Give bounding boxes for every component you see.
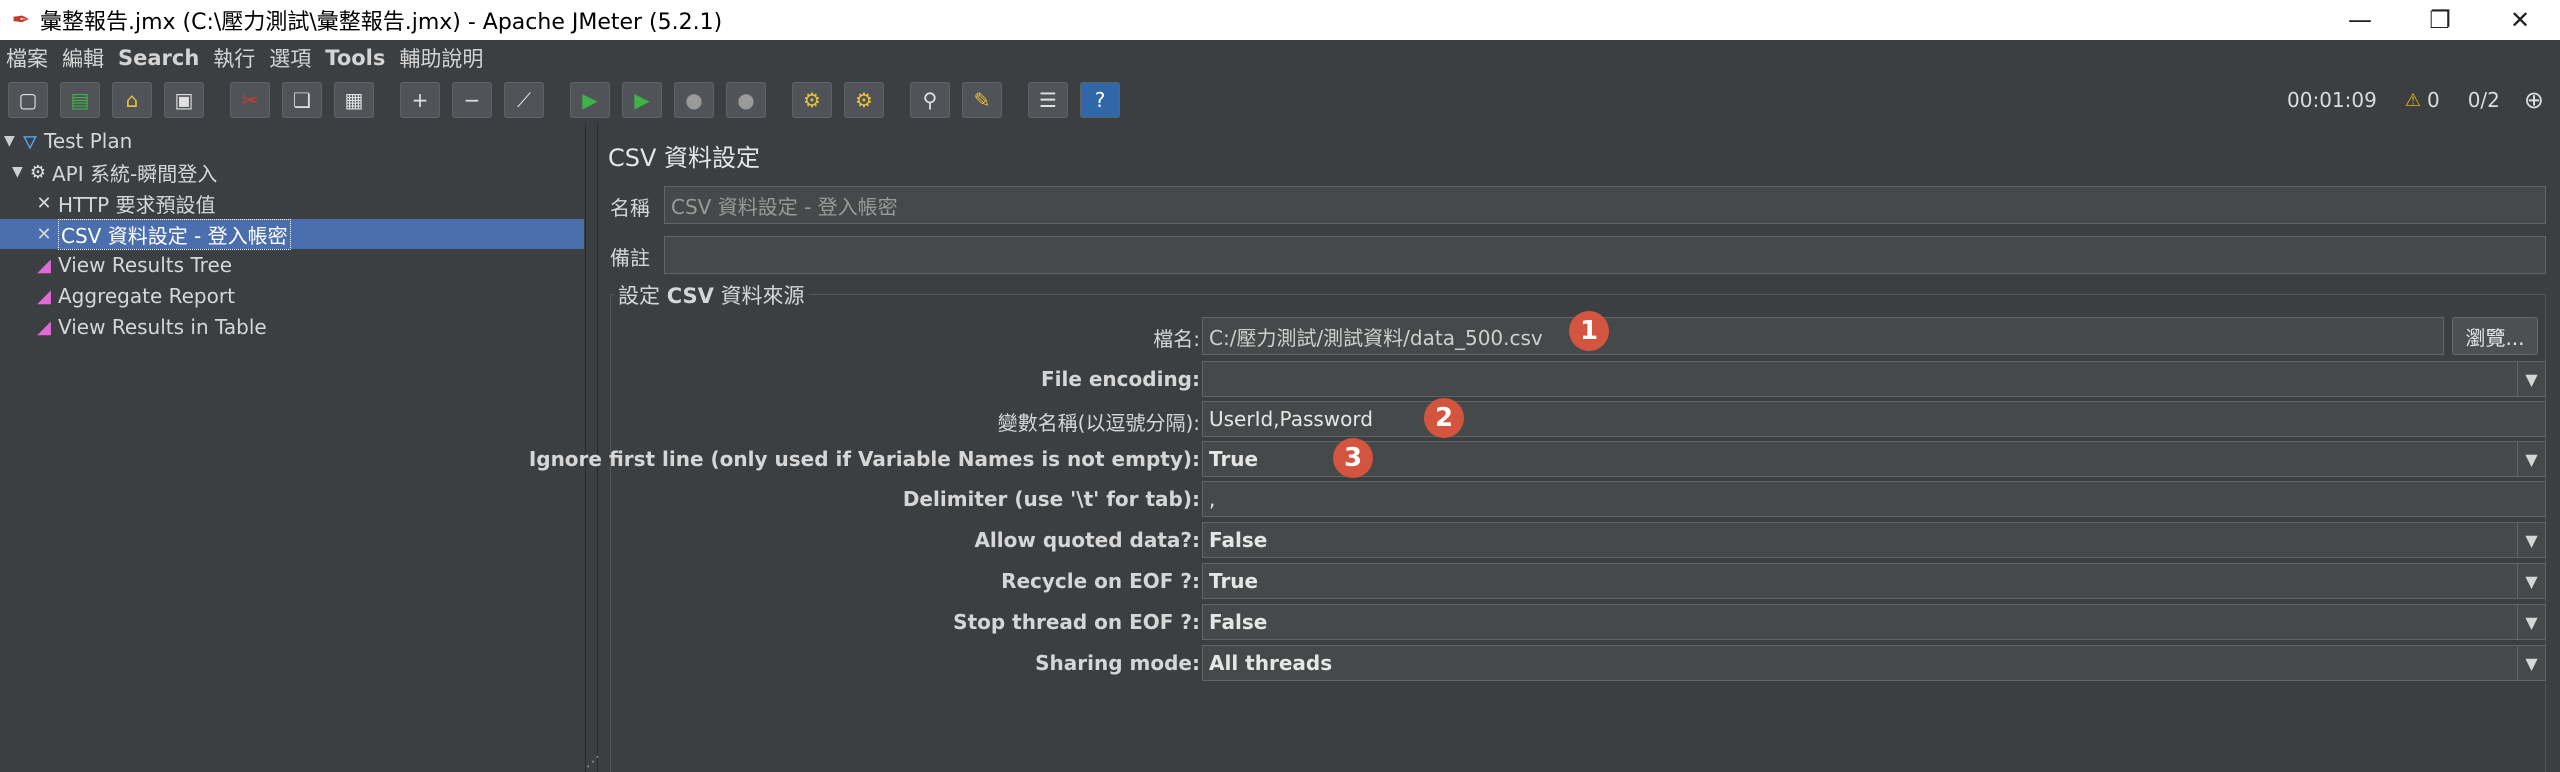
tree-item-aggregate-report[interactable]: ◢ Aggregate Report [32,281,235,311]
dropdown-arrow-icon[interactable]: ▼ [2517,362,2545,396]
group-title: 設定 CSV 資料來源 [614,280,809,310]
comment-input[interactable] [664,236,2546,274]
allow-quoted-select[interactable]: False ▼ [1202,522,2546,558]
stop-thread-eof-select[interactable]: False ▼ [1202,604,2546,640]
function-helper-icon[interactable]: ☰ [1028,82,1068,118]
restore-button[interactable]: ❐ [2400,0,2480,40]
toolbar: ▢ ▤ ⌂ ▣ ✂ ❏ ▦ + − ⟋ ▶ ▶ ● ● ⚙ ⚙ ⚲ ✎ ☰ ? … [0,78,2560,122]
graph-icon: ◢ [37,285,51,307]
tree-item-thread-group[interactable]: ▼ ⚙ API 系統-瞬間登入 [12,157,217,187]
window-controls: — ❐ ✕ [2320,0,2560,40]
delimiter-input[interactable]: , [1202,481,2546,517]
status-area: 00:01:09 ⚠ 0 0/2 ⊕ [2287,78,2544,122]
recycle-eof-select[interactable]: True ▼ [1202,563,2546,599]
remote-globe-icon[interactable]: ⊕ [2524,86,2544,114]
variable-names-input[interactable]: UserId,Password [1202,401,2546,437]
annotation-badge-2: 2 [1424,398,1464,438]
ignore-first-line-label: Ignore first line (only used if Variable… [528,447,1200,471]
menu-search[interactable]: Search [118,46,199,70]
tool-icon: ✕ [36,223,52,245]
graph-icon: ◢ [37,316,51,338]
close-button[interactable]: ✕ [2480,0,2560,40]
collapse-icon[interactable]: − [452,82,492,118]
flask-icon: 🜄 [22,132,38,154]
name-label: 名稱 [610,196,650,220]
save-icon[interactable]: ▣ [164,82,204,118]
stop-thread-eof-label: Stop thread on EOF ?: [953,610,1200,634]
minimize-button[interactable]: — [2320,0,2400,40]
expanded-arrow-icon[interactable]: ▼ [4,133,18,149]
name-input[interactable]: CSV 資料設定 - 登入帳密 [664,186,2546,224]
new-icon[interactable]: ▢ [8,82,48,118]
clear-icon[interactable]: ⚙ [792,82,832,118]
test-plan-tree: ▼ 🜄 Test Plan ▼ ⚙ API 系統-瞬間登入 ✕ HTTP 要求預… [0,124,586,772]
recycle-eof-label: Recycle on EOF ?: [1001,569,1200,593]
graph-icon: ◢ [37,254,51,276]
panel-title: CSV 資料設定 [608,144,761,172]
start-no-pauses-icon[interactable]: ▶ [622,82,662,118]
warning-icon[interactable]: ⚠ [2405,90,2421,111]
search-icon[interactable]: ⚲ [910,82,950,118]
menu-bar: 檔案 編輯 Search 執行 選項 Tools 輔助說明 [0,40,2560,76]
clear-all-icon[interactable]: ⚙ [844,82,884,118]
menu-tools[interactable]: Tools [325,46,385,70]
reset-search-icon[interactable]: ✎ [962,82,1002,118]
dropdown-arrow-icon[interactable]: ▼ [2517,605,2545,639]
menu-run[interactable]: 執行 [213,43,255,73]
toggle-icon[interactable]: ⟋ [504,82,544,118]
dropdown-arrow-icon[interactable]: ▼ [2517,564,2545,598]
annotation-badge-3: 3 [1333,438,1373,478]
help-icon[interactable]: ? [1080,82,1120,118]
gear-icon: ⚙ [29,161,47,183]
filename-label: 檔名: [1153,327,1200,351]
start-icon[interactable]: ▶ [570,82,610,118]
expand-icon[interactable]: + [400,82,440,118]
tree-item-csv-data-set[interactable]: ✕ CSV 資料設定 - 登入帳密 [0,218,584,250]
ignore-first-line-select[interactable]: True ▼ [1202,441,2546,477]
sharing-mode-select[interactable]: All threads ▼ [1202,645,2546,681]
tree-item-view-results-table[interactable]: ◢ View Results in Table [32,312,267,342]
variable-names-label: 變數名稱(以逗號分隔): [997,411,1200,435]
delimiter-label: Delimiter (use '\t' for tab): [902,487,1200,511]
menu-help[interactable]: 輔助說明 [399,43,483,73]
copy-icon[interactable]: ❏ [282,82,322,118]
dropdown-arrow-icon[interactable]: ▼ [2517,523,2545,557]
cut-icon[interactable]: ✂ [230,82,270,118]
window-title: 彙整報告.jmx (C:\壓力測試\彙整報告.jmx) - Apache JMe… [40,10,723,35]
tree-item-http-defaults[interactable]: ✕ HTTP 要求預設值 [32,188,215,218]
allow-quoted-label: Allow quoted data?: [974,528,1200,552]
jmeter-feather-icon: ✒ [11,7,31,33]
open-icon[interactable]: ⌂ [112,82,152,118]
stop-icon[interactable]: ● [674,82,714,118]
annotation-badge-1: 1 [1569,311,1609,351]
paste-icon[interactable]: ▦ [334,82,374,118]
tree-item-test-plan[interactable]: ▼ 🜄 Test Plan [4,126,132,156]
sharing-mode-label: Sharing mode: [1035,651,1200,675]
menu-edit[interactable]: 編輯 [62,43,104,73]
file-encoding-select[interactable]: ▼ [1202,361,2546,397]
templates-icon[interactable]: ▤ [60,82,100,118]
tool-icon: ✕ [36,192,52,214]
menu-options[interactable]: 選項 [269,43,311,73]
dropdown-arrow-icon[interactable]: ▼ [2517,646,2545,680]
filename-input[interactable]: C:/壓力測試/測試資料/data_500.csv [1202,317,2444,355]
tree-item-view-results-tree[interactable]: ◢ View Results Tree [32,250,232,280]
browse-button[interactable]: 瀏覽... [2452,317,2538,355]
file-encoding-label: File encoding: [1040,367,1200,391]
elapsed-timer: 00:01:09 [2287,88,2377,112]
comment-label: 備註 [610,246,650,270]
dropdown-arrow-icon[interactable]: ▼ [2517,442,2545,476]
menu-file[interactable]: 檔案 [6,43,48,73]
warning-count: 0 [2426,88,2440,112]
active-threads: 0/2 [2467,88,2500,112]
expanded-arrow-icon[interactable]: ▼ [12,164,26,180]
shutdown-icon[interactable]: ● [726,82,766,118]
title-bar: ✒ 彙整報告.jmx (C:\壓力測試\彙整報告.jmx) - Apache J… [0,0,2560,40]
